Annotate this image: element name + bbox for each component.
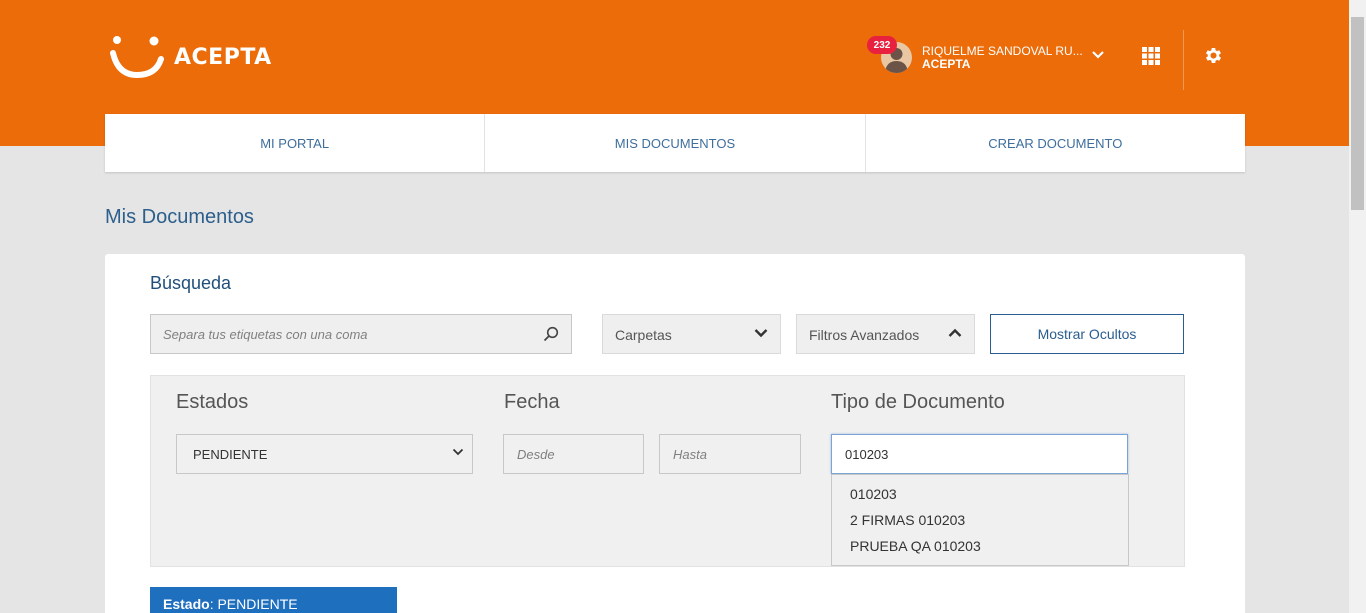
state-filter-chip[interactable]: Estado: PENDIENTE <box>150 587 397 613</box>
tab-mis-documentos[interactable]: MIS DOCUMENTOS <box>485 114 866 172</box>
desde-placeholder: Desde <box>517 447 555 462</box>
notification-badge[interactable]: 232 <box>867 36 897 54</box>
show-hidden-button[interactable]: Mostrar Ocultos <box>990 314 1184 354</box>
estados-selected-value: PENDIENTE <box>193 447 268 462</box>
user-name: RIQUELME SANDOVAL RU... <box>922 44 1083 58</box>
scrollbar-thumb[interactable] <box>1351 17 1364 210</box>
carpetas-dropdown[interactable]: Carpetas <box>602 314 781 354</box>
estados-label: Estados <box>176 391 249 413</box>
search-card: Búsqueda Separa tus etiquetas con una co… <box>105 254 1245 613</box>
advanced-filters-toggle[interactable]: Filtros Avanzados <box>796 314 975 354</box>
search-icon[interactable] <box>543 326 559 342</box>
fecha-label: Fecha <box>504 391 560 413</box>
user-org: ACEPTA <box>922 57 971 71</box>
acepta-logo[interactable]: ACEPTA <box>110 35 272 79</box>
tags-search-input[interactable]: Separa tus etiquetas con una coma <box>150 314 572 354</box>
tab-mi-portal[interactable]: MI PORTAL <box>105 114 486 172</box>
tipo-documento-value: 010203 <box>845 447 889 462</box>
tags-search-placeholder: Separa tus etiquetas con una coma <box>163 327 368 342</box>
chevron-down-icon <box>754 329 768 338</box>
suggestion-item[interactable]: PRUEBA QA 010203 <box>832 535 1128 561</box>
tipo-documento-suggestions: 010203 2 FIRMAS 010203 PRUEBA QA 010203 <box>831 474 1129 566</box>
header-divider <box>1183 30 1184 90</box>
suggestion-item[interactable]: 010203 <box>832 483 1128 509</box>
hasta-placeholder: Hasta <box>673 447 707 462</box>
gear-icon[interactable] <box>1203 45 1224 66</box>
section-title: Búsqueda <box>150 273 232 293</box>
desde-date-input[interactable]: Desde <box>503 434 644 474</box>
tipo-documento-input[interactable]: 010203 <box>831 434 1128 474</box>
page-title: Mis Documentos <box>105 206 254 228</box>
carpetas-label: Carpetas <box>615 327 672 343</box>
logo-smile-icon <box>110 36 164 79</box>
hasta-date-input[interactable]: Hasta <box>659 434 801 474</box>
suggestion-item[interactable]: 2 FIRMAS 010203 <box>832 509 1128 535</box>
tab-crear-documento[interactable]: CREAR DOCUMENTO <box>866 114 1245 172</box>
main-nav: MI PORTAL MIS DOCUMENTOS CREAR DOCUMENTO <box>105 114 1245 172</box>
state-chip-label: Estado <box>163 596 210 612</box>
advanced-filters-label: Filtros Avanzados <box>809 327 920 343</box>
page-scrollbar[interactable] <box>1349 0 1366 613</box>
tipo-documento-label: Tipo de Documento <box>831 391 1005 413</box>
apps-grid-icon[interactable] <box>1142 47 1160 65</box>
user-menu[interactable]: 232 RIQUELME SANDOVAL RU... ACEPTA <box>867 36 1117 76</box>
chevron-down-icon[interactable] <box>1092 50 1104 60</box>
estados-select[interactable]: PENDIENTE <box>176 434 473 474</box>
chevron-up-icon <box>948 328 962 337</box>
chevron-down-icon <box>452 448 464 456</box>
brand-name: ACEPTA <box>174 44 272 70</box>
state-chip-value: PENDIENTE <box>217 596 298 612</box>
advanced-filters-panel: Estados Fecha Tipo de Documento PENDIENT… <box>150 375 1185 567</box>
